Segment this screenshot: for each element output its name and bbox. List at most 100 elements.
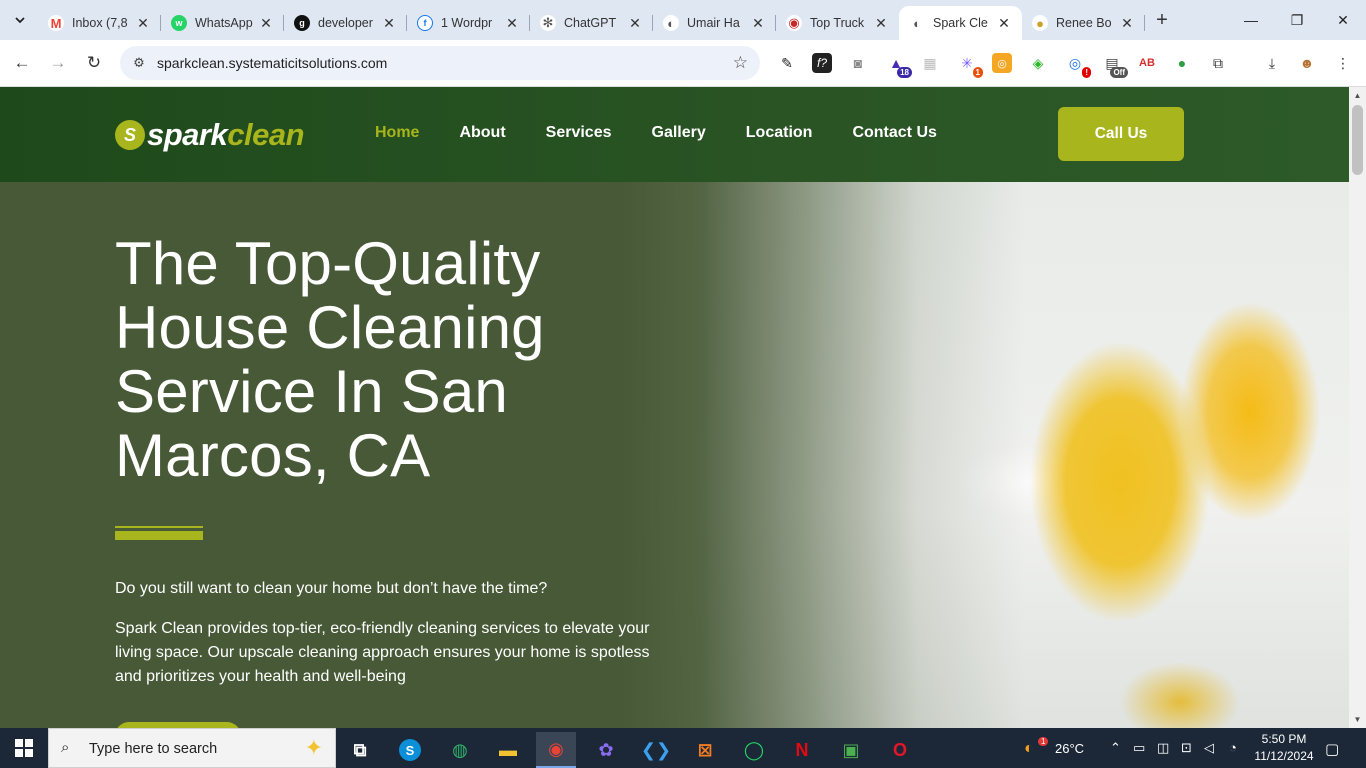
puzzle-extensions-icon[interactable]: ⧉ bbox=[1208, 53, 1228, 73]
tab-list: M Inbox (7,8 ✕ w WhatsApp ✕ g developer … bbox=[38, 6, 1145, 40]
nav-about[interactable]: About bbox=[459, 124, 505, 142]
chrome-icon[interactable]: ◉ bbox=[536, 732, 576, 768]
vscode-icon[interactable]: ❮❯ bbox=[636, 732, 676, 768]
graduation-cap-icon[interactable]: ▲ 18 bbox=[886, 53, 912, 78]
nav-location[interactable]: Location bbox=[746, 124, 813, 142]
scroll-down-arrow-icon[interactable]: ▼ bbox=[1349, 711, 1366, 728]
page-scrollbar[interactable]: ▲ ▼ bbox=[1349, 87, 1366, 728]
notification-icon[interactable]: ▢ bbox=[1325, 740, 1339, 758]
copilot-icon[interactable]: ✿ bbox=[586, 732, 626, 768]
whatsapp-icon[interactable]: ◯ bbox=[734, 732, 774, 768]
call-us-button[interactable]: Call Us bbox=[1058, 107, 1184, 161]
eye-extension-icon[interactable]: ◈ bbox=[1028, 53, 1048, 73]
opera-icon[interactable]: O bbox=[880, 732, 920, 768]
more-menu-icon[interactable]: ⋮ bbox=[1333, 53, 1353, 73]
close-icon[interactable]: ✕ bbox=[873, 15, 889, 32]
close-icon[interactable]: ✕ bbox=[258, 15, 274, 32]
skype-icon[interactable]: S bbox=[390, 732, 430, 768]
new-tab-button[interactable]: + bbox=[1150, 8, 1174, 32]
profile-avatar-icon[interactable]: ☻ bbox=[1297, 53, 1317, 73]
restore-button[interactable]: ❐ bbox=[1274, 0, 1320, 40]
close-icon[interactable]: ✕ bbox=[504, 15, 520, 32]
tab-top-truck[interactable]: ◉ Top Truck ✕ bbox=[776, 6, 899, 40]
extension-grid-icon[interactable]: ▦ bbox=[920, 53, 940, 73]
chatgpt-icon: ✻ bbox=[540, 15, 556, 31]
battery-icon[interactable]: ▭ bbox=[1133, 740, 1145, 756]
download-icon[interactable]: ⤓ bbox=[1262, 53, 1282, 73]
cycle-extension-icon[interactable]: ◎! bbox=[1065, 53, 1091, 78]
clock-time[interactable]: 5:50 PM bbox=[1253, 732, 1315, 746]
forward-arrow-icon[interactable]: → bbox=[46, 51, 70, 75]
tab-title: Inbox (7,8 bbox=[72, 16, 128, 30]
clock-date[interactable]: 11/12/2024 bbox=[1253, 749, 1315, 763]
tab-title: WhatsApp bbox=[195, 16, 253, 30]
close-icon[interactable]: ✕ bbox=[996, 15, 1012, 32]
off-toggle-icon[interactable]: ▤ Off bbox=[1102, 53, 1128, 78]
windows-taskbar: ⌕ Type here to search ✦ ⧉ S ◍ ▬ ◉ ✿ ❮❯ ⊠… bbox=[0, 728, 1366, 768]
globe-icon: ◐ bbox=[663, 15, 679, 31]
tab-spark-clean[interactable]: ◐ Spark Cle ✕ bbox=[899, 6, 1022, 40]
url-text[interactable]: sparkclean.systematicitsolutions.com bbox=[157, 55, 387, 71]
close-window-button[interactable]: ✕ bbox=[1320, 0, 1366, 40]
spark-extension-icon[interactable]: ✳ 1 bbox=[957, 53, 983, 78]
xampp-icon[interactable]: ⊠ bbox=[685, 732, 725, 768]
close-icon[interactable]: ✕ bbox=[381, 15, 397, 32]
orange-extension-icon[interactable]: ◎ bbox=[992, 53, 1012, 73]
tab-title: ChatGPT bbox=[564, 16, 617, 30]
tab-renee[interactable]: ● Renee Bo ✕ bbox=[1022, 6, 1145, 40]
eyedropper-icon[interactable]: ✎ bbox=[777, 53, 797, 73]
back-arrow-icon[interactable]: ← bbox=[10, 51, 34, 75]
address-bar[interactable]: ⚙ sparkclean.systematicitsolutions.com ☆ bbox=[120, 46, 760, 80]
tab-gmail[interactable]: M Inbox (7,8 ✕ bbox=[38, 6, 161, 40]
logo-text-spark: spark bbox=[147, 117, 228, 152]
bookmark-star-icon[interactable]: ☆ bbox=[733, 53, 748, 73]
reload-icon[interactable]: ↻ bbox=[82, 51, 106, 75]
taskbar-search-box[interactable]: ⌕ Type here to search ✦ bbox=[48, 728, 336, 768]
tab-whatsapp[interactable]: w WhatsApp ✕ bbox=[161, 6, 284, 40]
wifi-icon[interactable]: ◔ bbox=[1229, 740, 1237, 755]
close-icon[interactable]: ✕ bbox=[1119, 15, 1135, 32]
speaker-icon[interactable]: ◁ bbox=[1204, 740, 1214, 756]
start-button[interactable] bbox=[0, 728, 48, 768]
weather-temperature[interactable]: 26°C bbox=[1055, 741, 1084, 756]
adblock-icon[interactable]: AB bbox=[1137, 53, 1157, 73]
camera-icon[interactable]: ◙ bbox=[848, 53, 868, 73]
edge-icon[interactable]: ◍ bbox=[440, 732, 480, 768]
font-extension-icon[interactable]: f? bbox=[812, 53, 832, 73]
chevron-up-icon[interactable]: ⌃ bbox=[1110, 740, 1121, 756]
tab-wordpress[interactable]: f 1 Wordpr ✕ bbox=[407, 6, 530, 40]
tab-search-button[interactable] bbox=[8, 8, 32, 32]
sparkle-icon: ✦ bbox=[304, 735, 323, 760]
search-icon: ⌕ bbox=[61, 739, 70, 756]
green-extension-icon[interactable]: ● bbox=[1172, 53, 1192, 73]
nav-contact-us[interactable]: Contact Us bbox=[852, 124, 936, 142]
close-icon[interactable]: ✕ bbox=[135, 15, 151, 32]
nav-gallery[interactable]: Gallery bbox=[652, 124, 706, 142]
spark-clean-logo[interactable]: S spark clean bbox=[115, 117, 305, 153]
hero-divider bbox=[115, 526, 203, 540]
netflix-icon[interactable]: N bbox=[782, 732, 822, 768]
hero-title: The Top-Quality House Cleaning Service I… bbox=[115, 230, 545, 489]
browser-toolbar: ← → ↻ ⚙ sparkclean.systematicitsolutions… bbox=[0, 40, 1366, 87]
meet-icon[interactable]: ⊡ bbox=[1181, 740, 1192, 756]
github-icon: g bbox=[294, 15, 310, 31]
scroll-up-arrow-icon[interactable]: ▲ bbox=[1349, 87, 1366, 104]
chevron-down-icon bbox=[15, 17, 25, 24]
close-icon[interactable]: ✕ bbox=[627, 15, 643, 32]
tab-github[interactable]: g developer ✕ bbox=[284, 6, 407, 40]
tab-umair[interactable]: ◐ Umair Ha ✕ bbox=[653, 6, 776, 40]
camera-tray-icon[interactable]: ◫ bbox=[1157, 740, 1169, 756]
whatsapp-icon: w bbox=[171, 15, 187, 31]
store-icon[interactable]: ▣ bbox=[831, 732, 871, 768]
weather-badge: 1 bbox=[1038, 737, 1049, 746]
close-icon[interactable]: ✕ bbox=[750, 15, 766, 32]
nav-services[interactable]: Services bbox=[546, 124, 612, 142]
site-info-icon[interactable]: ⚙ bbox=[130, 54, 148, 72]
tab-chatgpt[interactable]: ✻ ChatGPT ✕ bbox=[530, 6, 653, 40]
minimize-button[interactable]: — bbox=[1228, 0, 1274, 40]
nav-home[interactable]: Home bbox=[375, 124, 419, 142]
file-explorer-icon[interactable]: ▬ bbox=[488, 732, 528, 768]
weather-icon[interactable]: ◐ bbox=[1024, 740, 1034, 758]
scroll-thumb[interactable] bbox=[1352, 105, 1363, 175]
task-view-icon[interactable]: ⧉ bbox=[340, 732, 380, 768]
